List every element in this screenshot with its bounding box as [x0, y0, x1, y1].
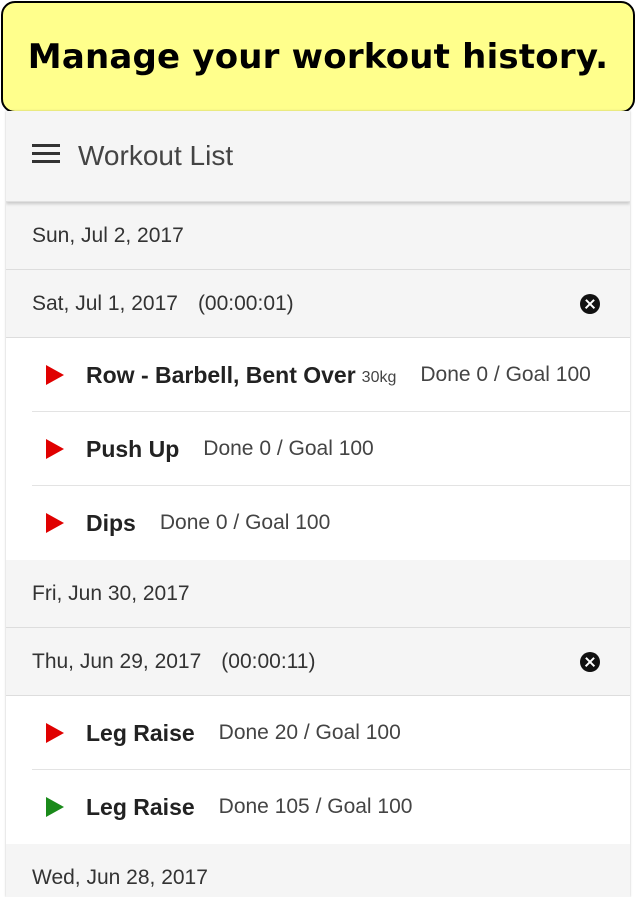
- workout-date: Sun, Jul 2, 2017: [32, 223, 184, 247]
- delete-workout-icon[interactable]: [580, 293, 600, 314]
- exercise-progress: Done 0 / Goal 100: [159, 511, 331, 534]
- play-icon[interactable]: [46, 513, 64, 533]
- exercise-name: Leg Raise: [86, 793, 195, 820]
- workout-duration: (00:00:01): [197, 291, 294, 315]
- exercise-progress: Done 0 / Goal 100: [203, 437, 374, 460]
- exercise-name: Push Up: [86, 435, 180, 462]
- exercise-name: Dips: [86, 509, 136, 536]
- exercise-name: Row - Barbell, Bent Over: [86, 361, 356, 388]
- exercise-row[interactable]: Dips Done 0 / Goal 100: [6, 486, 630, 560]
- workout-date-row[interactable]: Sat, Jul 1, 2017 (00:00:01): [6, 270, 630, 338]
- workout-date: Thu, Jun 29, 2017: [32, 649, 202, 673]
- exercise-row[interactable]: Leg Raise Done 20 / Goal 100: [6, 696, 630, 770]
- workout-date-row[interactable]: Wed, Jun 28, 2017: [6, 844, 630, 897]
- delete-workout-icon[interactable]: [580, 651, 600, 672]
- hamburger-menu-icon[interactable]: [32, 144, 60, 164]
- app-bar: Workout List: [6, 111, 630, 202]
- exercise-row[interactable]: Row - Barbell, Bent Over 30kg Done 0 / G…: [6, 338, 630, 412]
- exercise-progress: Done 0 / Goal 100: [420, 363, 591, 386]
- exercise-name: Leg Raise: [86, 719, 195, 746]
- exercise-weight: 30kg: [361, 369, 397, 386]
- workout-duration: (00:00:11): [221, 649, 316, 673]
- caption-text: Manage your workout history.: [27, 37, 609, 77]
- exercise-row[interactable]: Push Up Done 0 / Goal 100: [6, 412, 630, 486]
- exercise-progress: Done 105 / Goal 100: [218, 795, 413, 818]
- workout-date: Sat, Jul 1, 2017: [32, 291, 178, 315]
- workout-date-row[interactable]: Fri, Jun 30, 2017: [6, 560, 630, 628]
- exercise-row[interactable]: Leg Raise Done 105 / Goal 100: [6, 770, 630, 844]
- workout-date: Fri, Jun 30, 2017: [32, 581, 190, 605]
- caption-banner: Manage your workout history.: [1, 1, 635, 113]
- exercise-progress: Done 20 / Goal 100: [218, 721, 401, 744]
- app-window: Workout List Sun, Jul 2, 2017 Sat, Jul 1…: [6, 111, 630, 897]
- workout-date-row[interactable]: Sun, Jul 2, 2017: [6, 202, 630, 270]
- play-icon[interactable]: [46, 723, 64, 743]
- page-title: Workout List: [78, 140, 234, 171]
- workout-date-row[interactable]: Thu, Jun 29, 2017 (00:00:11): [6, 628, 630, 696]
- workout-list[interactable]: Sun, Jul 2, 2017 Sat, Jul 1, 2017 (00:00…: [6, 202, 630, 897]
- play-icon[interactable]: [46, 365, 64, 385]
- play-icon[interactable]: [46, 439, 64, 459]
- workout-date: Wed, Jun 28, 2017: [32, 865, 208, 889]
- play-icon[interactable]: [46, 797, 64, 817]
